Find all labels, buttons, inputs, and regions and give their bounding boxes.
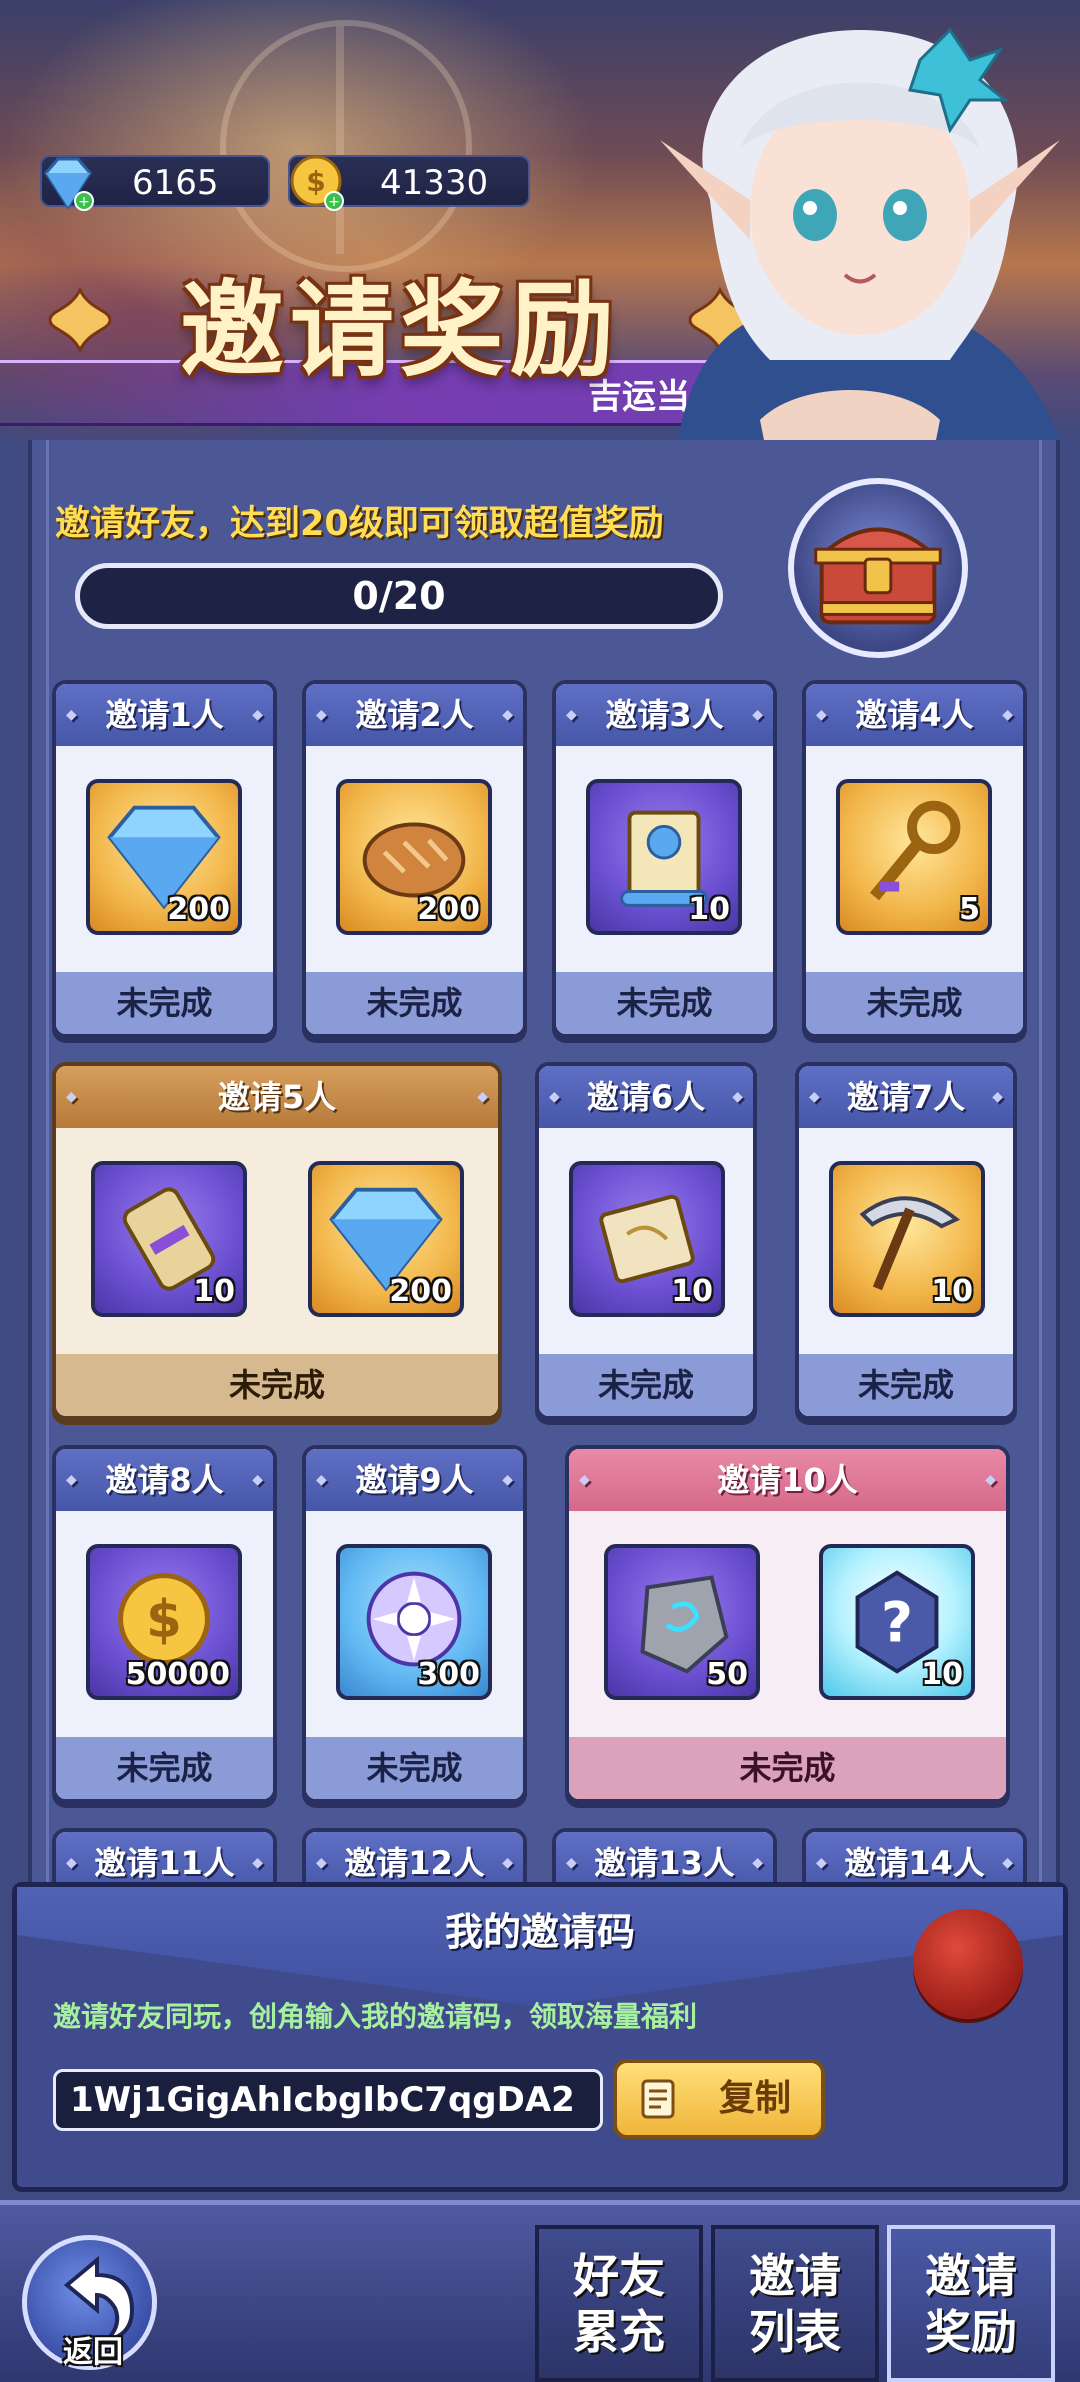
reward-item[interactable]: 10	[586, 779, 742, 935]
card-status: 未完成	[556, 972, 773, 1034]
card-title: 邀请6人	[539, 1066, 753, 1128]
reward-item[interactable]: $ 50000	[86, 1544, 242, 1700]
card-title: 邀请10人	[569, 1449, 1006, 1511]
card-status: 未完成	[539, 1354, 753, 1416]
reward-item[interactable]: 200	[86, 779, 242, 935]
reward-item[interactable]: 200	[308, 1161, 464, 1317]
fleur-left-icon	[48, 286, 112, 354]
reward-item[interactable]: 200	[336, 779, 492, 935]
card-status: 未完成	[306, 972, 523, 1034]
card-title: 邀请8人	[56, 1449, 273, 1511]
item-quantity: 10	[921, 1657, 963, 1692]
reward-card-10: 邀请10人 50 ? 10 未完成	[565, 1445, 1010, 1803]
item-quantity: 5	[959, 892, 980, 927]
invite-code-field[interactable]: 1Wj1GigAhIcbgIbC7qgDA2	[53, 2069, 603, 2131]
reward-card-3: 邀请3人 10 未完成	[552, 680, 777, 1038]
item-quantity: 10	[671, 1274, 713, 1309]
reward-card-1: 邀请1人 200 未完成	[52, 680, 277, 1038]
reward-card-6: 邀请6人 10 未完成	[535, 1062, 757, 1420]
card-status: 未完成	[806, 972, 1023, 1034]
wax-seal-icon	[913, 1909, 1023, 2019]
svg-text:$: $	[146, 1590, 182, 1650]
diamond-counter[interactable]: + 6165	[40, 155, 270, 211]
item-quantity: 300	[417, 1657, 480, 1692]
tab-friend-recharge[interactable]: 好友 累充	[535, 2225, 703, 2382]
item-quantity: 200	[417, 892, 480, 927]
treasure-chest-icon	[814, 527, 942, 625]
reward-item[interactable]: 50	[604, 1544, 760, 1700]
bottom-nav: 返回 好友 累充 邀请 列表 邀请 奖励	[0, 2200, 1080, 2382]
coin-counter[interactable]: $ + 41330	[288, 155, 530, 211]
card-status: 未完成	[56, 1737, 273, 1799]
treasure-chest-button[interactable]	[788, 478, 968, 658]
card-title: 邀请2人	[306, 684, 523, 746]
reward-item[interactable]: 300	[336, 1544, 492, 1700]
reward-item[interactable]: 10	[569, 1161, 725, 1317]
tab-invite-rewards[interactable]: 邀请 奖励	[887, 2225, 1055, 2382]
card-title: 邀请1人	[56, 684, 273, 746]
card-title: 邀请9人	[306, 1449, 523, 1511]
copy-button-label: 复制	[718, 2078, 791, 2119]
progress-text: 0/20	[352, 574, 446, 618]
reward-item[interactable]: ? 10	[819, 1544, 975, 1700]
reward-item[interactable]: 10	[829, 1161, 985, 1317]
back-label: 返回	[63, 2335, 123, 2370]
card-status: 未完成	[56, 1354, 498, 1416]
reward-item[interactable]: 10	[91, 1161, 247, 1317]
diamond-count: 6165	[132, 163, 219, 203]
invite-description: 邀请好友，达到20级即可领取超值奖励	[55, 504, 664, 544]
reward-card-4: 邀请4人 5 未完成	[802, 680, 1027, 1038]
item-quantity: 200	[167, 892, 230, 927]
coin-plus-icon: $ +	[290, 155, 344, 211]
coin-count: 41330	[380, 163, 489, 203]
invite-code-description: 邀请好友同玩，创角输入我的邀请码，领取海量福利	[53, 2000, 698, 2033]
copy-document-icon	[641, 2079, 675, 2119]
card-title: 邀请4人	[806, 684, 1023, 746]
svg-text:?: ?	[881, 1592, 913, 1656]
card-status: 未完成	[56, 972, 273, 1034]
invite-code-title: 我的邀请码	[444, 1910, 635, 1954]
invite-code-panel: 我的邀请码 邀请好友同玩，创角输入我的邀请码，领取海量福利 1Wj1GigAhI…	[12, 1882, 1068, 2192]
copy-button[interactable]: 复制	[613, 2059, 825, 2139]
reward-card-9: 邀请9人 300 未完成	[302, 1445, 527, 1803]
header-banner: + 6165 $ + 41330 吉运当头！领主大 邀请奖励	[0, 0, 1080, 440]
item-quantity: 10	[193, 1274, 235, 1309]
item-quantity: 10	[931, 1274, 973, 1309]
reward-card-7: 邀请7人 10 未完成	[795, 1062, 1017, 1420]
card-status: 未完成	[799, 1354, 1013, 1416]
item-quantity: 50	[706, 1657, 748, 1692]
card-title: 邀请5人	[56, 1066, 498, 1128]
svg-text:+: +	[78, 194, 90, 210]
reward-card-2: 邀请2人 200 未完成	[302, 680, 527, 1038]
card-title: 邀请3人	[556, 684, 773, 746]
item-quantity: 10	[688, 892, 730, 927]
reward-card-8: 邀请8人 $ 50000 未完成	[52, 1445, 277, 1803]
tab-invite-list[interactable]: 邀请 列表	[711, 2225, 879, 2382]
item-quantity: 200	[389, 1274, 452, 1309]
svg-text:$: $	[306, 165, 325, 198]
item-quantity: 50000	[125, 1657, 230, 1692]
compass-decoration	[220, 20, 472, 272]
reward-card-5: 邀请5人 10 200 未完成	[52, 1062, 502, 1420]
elf-character-illustration	[660, 27, 1060, 440]
invite-progress-bar: 0/20	[75, 563, 723, 629]
svg-text:+: +	[328, 194, 340, 210]
page-title: 邀请奖励	[179, 267, 620, 391]
card-status: 未完成	[569, 1737, 1006, 1799]
card-title: 邀请7人	[799, 1066, 1013, 1128]
card-status: 未完成	[306, 1737, 523, 1799]
reward-item[interactable]: 5	[836, 779, 992, 935]
diamond-plus-icon: +	[44, 157, 94, 211]
